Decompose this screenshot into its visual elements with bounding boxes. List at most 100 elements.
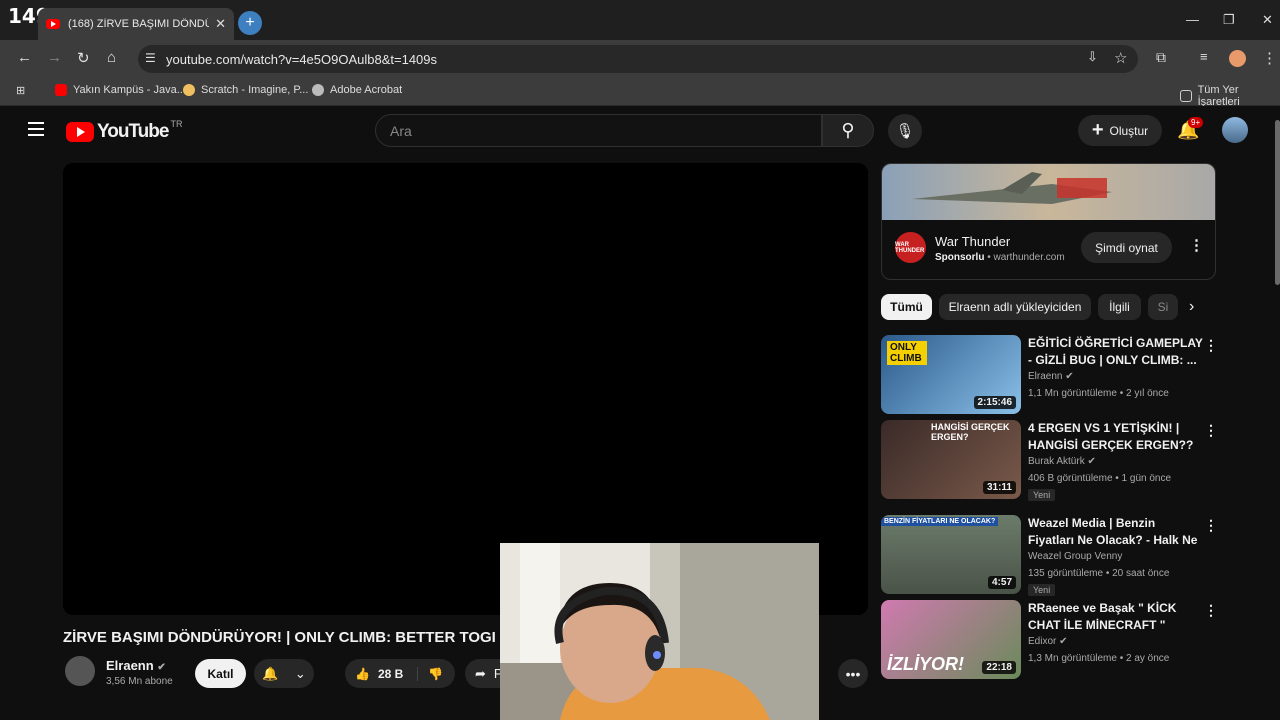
browser-tab[interactable]: (168) ZİRVE BAŞIMI DÖNDÜRÜYOR ✕ — [38, 8, 234, 40]
new-badge: Yeni — [1028, 489, 1056, 501]
new-tab-button[interactable]: + — [238, 11, 262, 35]
video-duration: 31:11 — [982, 481, 1016, 494]
browser-menu-icon[interactable]: ⋮ — [1262, 49, 1277, 67]
maximize-icon[interactable]: ❐ — [1223, 12, 1235, 28]
tab-close-icon[interactable]: ✕ — [215, 16, 226, 32]
scratch-favicon-icon — [183, 84, 195, 96]
minimize-icon[interactable]: — — [1186, 12, 1199, 27]
extensions-icon[interactable]: ⧉ — [1156, 49, 1166, 66]
bookmark-item[interactable]: Adobe Acrobat — [312, 84, 402, 96]
new-badge: Yeni — [1028, 584, 1056, 596]
video-thumbnail[interactable]: İZLİYOR! 22:18 — [881, 600, 1021, 679]
bookmarks-bar: ⊞ Yakın Kampüs - Java... Scratch - Imagi… — [0, 78, 1280, 108]
sponsored-ad-card[interactable]: WAR THUNDER War Thunder Sponsorlu • wart… — [881, 163, 1216, 280]
channel-name[interactable]: Edixor ✔ — [1028, 636, 1068, 647]
ad-banner-art — [912, 172, 1112, 204]
bookmark-star-icon[interactable]: ☆ — [1114, 49, 1127, 67]
video-title[interactable]: 4 ERGEN VS 1 YETİŞKİN! | HANGİSİ GERÇEK … — [1028, 420, 1203, 454]
chip-related[interactable]: İlgili — [1098, 294, 1141, 320]
join-button[interactable]: Katıl — [195, 659, 246, 688]
ad-subtitle: Sponsorlu • warthunder.com — [935, 252, 1065, 263]
all-bookmarks[interactable]: Tüm Yer İşaretleri — [1180, 84, 1280, 108]
video-meta: 406 B görüntüleme • 1 gün önce — [1028, 473, 1172, 484]
channel-name[interactable]: Elraenn ✔ — [106, 658, 166, 673]
youtube-play-icon — [66, 122, 94, 142]
ad-more-icon[interactable]: ⋮ — [1189, 236, 1204, 254]
url-field[interactable]: youtube.com/watch?v=4e5O9OAulb8&t=1409s — [138, 45, 1138, 73]
subscriber-count: 3,56 Mn abone — [106, 676, 173, 687]
notification-badge: 9+ — [1188, 117, 1204, 128]
more-icon[interactable]: ⋮ — [1204, 422, 1218, 439]
home-icon[interactable]: ⌂ — [107, 49, 116, 66]
search-icon: ⚲ — [841, 120, 855, 140]
video-meta: 135 görüntüleme • 20 saat önce — [1028, 568, 1170, 579]
forward-icon[interactable]: → — [47, 49, 62, 66]
youtube-favicon-icon — [46, 19, 60, 29]
search-button[interactable]: ⚲ — [822, 114, 874, 147]
video-title[interactable]: EĞİTİCİ ÖĞRETİCİ GAMEPLAY - GİZLİ BUG | … — [1028, 335, 1203, 369]
like-button[interactable]: 👍 28 B 👎 — [345, 659, 455, 688]
more-icon[interactable]: ⋮ — [1204, 337, 1218, 354]
subscription-bell-button[interactable]: 🔔 ⌄ — [254, 659, 314, 688]
share-icon: ➦ — [475, 665, 486, 681]
video-thumbnail[interactable]: ONLY CLIMB 2:15:46 — [881, 335, 1021, 414]
more-icon[interactable]: ⋮ — [1204, 602, 1218, 619]
list-item[interactable]: HANGİSİ GERÇEK ERGEN? 31:11 4 ERGEN VS 1… — [881, 420, 1218, 501]
channel-name[interactable]: Weazel Group Venny — [1028, 551, 1122, 562]
video-meta: 1,3 Mn görüntüleme • 2 ay önce — [1028, 653, 1170, 664]
media-icon[interactable]: ≡ — [1200, 49, 1208, 64]
profile-avatar[interactable] — [1229, 50, 1246, 67]
menu-icon[interactable] — [28, 122, 44, 140]
video-title[interactable]: Weazel Media | Benzin Fiyatları Ne Olaca… — [1028, 515, 1203, 549]
channel-name[interactable]: Burak Aktürk ✔ — [1028, 456, 1096, 467]
webcam-image — [500, 543, 819, 720]
channel-avatar[interactable] — [65, 656, 95, 686]
scrollbar[interactable] — [1275, 120, 1280, 285]
thumbs-up-icon: 👍 — [355, 666, 370, 681]
video-duration: 4:57 — [987, 576, 1016, 589]
verified-icon: ✔ — [1065, 371, 1074, 382]
back-icon[interactable]: ← — [17, 49, 32, 66]
thumbs-down-icon[interactable]: 👎 — [417, 666, 443, 681]
chevron-right-icon[interactable]: › — [1189, 298, 1194, 316]
bookmark-item[interactable]: Yakın Kampüs - Java... — [55, 84, 186, 96]
tab-title: (168) ZİRVE BAŞIMI DÖNDÜRÜYOR — [68, 18, 210, 30]
youtube-logo[interactable]: YouTube TR — [66, 119, 182, 143]
ad-logo[interactable]: WAR THUNDER — [895, 232, 926, 263]
verified-icon: ✔ — [1087, 456, 1096, 467]
video-title: ZİRVE BAŞIMI DÖNDÜRÜYOR! | ONLY CLIMB: B… — [63, 629, 496, 646]
chip-partial[interactable]: Si — [1148, 294, 1178, 320]
create-button[interactable]: + Oluştur — [1078, 115, 1162, 146]
site-info-icon[interactable]: ☰ — [145, 51, 156, 65]
bookmark-item[interactable]: Scratch - Imagine, P... — [183, 84, 308, 96]
list-item[interactable]: İZLİYOR! 22:18 RRaenee ve Başak " KİCK C… — [881, 600, 1218, 685]
list-item[interactable]: BENZİN FİYATLARI NE OLACAK? 4:57 Weazel … — [881, 515, 1218, 596]
channel-name[interactable]: Elraenn ✔ — [1028, 371, 1074, 382]
ad-banner-image[interactable] — [882, 164, 1215, 220]
install-icon[interactable]: ⇩ — [1087, 49, 1098, 65]
video-duration: 2:15:46 — [973, 396, 1016, 409]
verified-icon: ✔ — [157, 662, 166, 673]
mic-icon: 🎙 — [895, 123, 915, 140]
chip-from-uploader[interactable]: Elraenn adlı yükleyiciden — [939, 294, 1091, 320]
search-input[interactable]: Ara — [375, 114, 822, 147]
verified-icon: ✔ — [1059, 636, 1068, 647]
voice-search-button[interactable]: 🎙 — [888, 114, 922, 148]
account-avatar[interactable] — [1222, 117, 1248, 143]
video-thumbnail[interactable]: BENZİN FİYATLARI NE OLACAK? 4:57 — [881, 515, 1021, 594]
video-duration: 22:18 — [982, 661, 1016, 674]
apps-icon[interactable]: ⊞ — [16, 84, 25, 97]
globe-icon — [312, 84, 324, 96]
more-actions-icon[interactable]: ••• — [838, 659, 868, 688]
video-title[interactable]: RRaenee ve Başak " KİCK CHAT İLE MİNECRA… — [1028, 600, 1203, 634]
ad-title[interactable]: War Thunder — [935, 234, 1010, 249]
url-text: youtube.com/watch?v=4e5O9OAulb8&t=1409s — [166, 51, 438, 67]
chip-all[interactable]: Tümü — [881, 294, 932, 320]
video-thumbnail[interactable]: HANGİSİ GERÇEK ERGEN? 31:11 — [881, 420, 1021, 499]
close-window-icon[interactable]: ✕ — [1262, 12, 1273, 28]
list-item[interactable]: ONLY CLIMB 2:15:46 EĞİTİCİ ÖĞRETİCİ GAME… — [881, 335, 1218, 415]
reload-icon[interactable]: ↻ — [77, 49, 90, 67]
plus-icon: + — [1091, 119, 1104, 141]
more-icon[interactable]: ⋮ — [1204, 517, 1218, 534]
play-now-button[interactable]: Şimdi oynat — [1081, 232, 1172, 263]
